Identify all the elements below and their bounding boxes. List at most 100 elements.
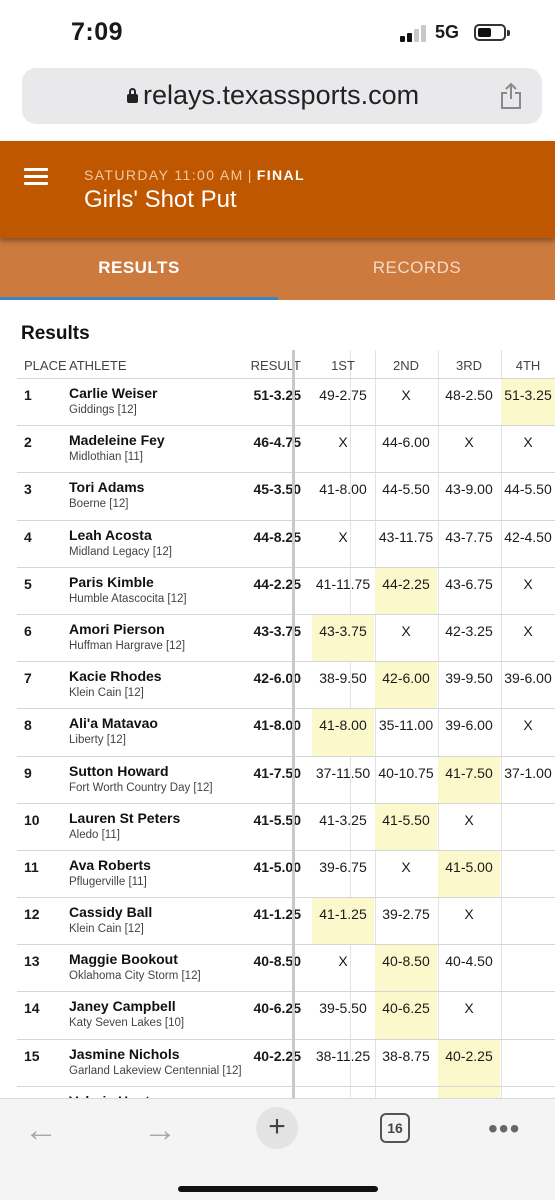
attempt-cell: 37-1.00 xyxy=(504,764,552,781)
attempt-cell: 35-11.00 xyxy=(378,717,434,734)
back-arrow-icon[interactable]: ← xyxy=(24,1111,58,1150)
table-row[interactable]: 6 Amori Pierson Huffman Hargrave [12] 43-3.… xyxy=(17,613,555,662)
col-attempt-2: 2ND xyxy=(392,358,419,373)
event-title: Girls' Shot Put xyxy=(84,186,237,213)
results-table: PLACE ATHLETE RESULT 1ST 2ND 3RD 4TH 1 Ca… xyxy=(17,350,555,1133)
attempt-cell: X xyxy=(523,717,533,734)
share-icon[interactable] xyxy=(499,82,523,110)
attempt-cell xyxy=(501,945,555,991)
attempt-cell: X xyxy=(464,906,474,923)
table-row[interactable]: 10 Lauren St Peters Aledo [11] 41-5.50 41-3.… xyxy=(17,802,555,850)
attempt-cell: 39-9.50 xyxy=(445,670,493,687)
network-type: 5G xyxy=(435,22,460,42)
attempt-cell: 41-5.00 xyxy=(438,850,500,898)
attempt-cell: 44-5.50 xyxy=(504,481,552,498)
new-tab-button[interactable]: + xyxy=(256,1107,298,1149)
attempt-cell: 41-5.50 xyxy=(375,803,437,850)
lock-icon xyxy=(127,88,138,103)
attempt-cell: X xyxy=(523,575,533,592)
attempt-cell: 41-8.00 xyxy=(319,481,367,498)
tab-records[interactable]: RECORDS xyxy=(278,238,555,300)
attempt-cell xyxy=(501,851,555,897)
result-divider xyxy=(292,350,295,1100)
attempt-cell: 44-2.25 xyxy=(375,567,437,614)
active-tab-indicator xyxy=(0,297,278,300)
attempt-cell: 40-4.50 xyxy=(445,953,493,970)
table-row[interactable]: 5 Paris Kimble Humble Atascocita [12] 44-2.… xyxy=(17,566,555,614)
attempt-cell: 48-2.50 xyxy=(445,387,493,403)
col-attempt-3: 3RD xyxy=(455,358,482,373)
tab-results[interactable]: RESULTS xyxy=(0,238,278,300)
attempt-cell: 38-11.25 xyxy=(315,1047,371,1064)
battery-icon xyxy=(474,24,506,41)
attempt-cell: 44-6.00 xyxy=(382,434,430,451)
col-attempt-1: 1ST xyxy=(331,358,355,373)
attempt-cell: 39-6.75 xyxy=(319,858,367,875)
home-indicator xyxy=(178,1186,378,1192)
attempt-cell: X xyxy=(338,528,348,545)
col-attempt-4: 4TH xyxy=(515,358,541,373)
attempt-cell: X xyxy=(464,1000,474,1017)
table-row[interactable]: 8 Ali'a Matavao Liberty [12] 41-8.00 41-8.00… xyxy=(17,708,555,756)
attempt-cell: X xyxy=(338,434,348,451)
results-heading: Results xyxy=(21,323,90,344)
attempt-cell: 41-8.00 xyxy=(312,709,374,756)
menu-icon[interactable] xyxy=(24,168,48,186)
clock: 7:09 xyxy=(71,18,124,46)
attempt-cell: 49-2.75 xyxy=(319,387,367,403)
table-row[interactable]: 13 Maggie Bookout Oklahoma City Storm [12]… xyxy=(17,944,555,992)
tab-count-button[interactable]: 16 xyxy=(380,1113,410,1143)
attempt-cell: 40-8.50 xyxy=(375,945,437,992)
table-row[interactable]: 12 Cassidy Ball Klein Cain [12] 41-1.25 41-1… xyxy=(17,897,555,945)
event-header: SATURDAY 11:00 AM | FINAL Girls' Shot Put xyxy=(0,141,555,238)
attempt-cell: 39-5.50 xyxy=(319,1000,367,1017)
attempt-cell xyxy=(501,992,555,1038)
table-row[interactable]: 7 Kacie Rhodes Klein Cain [12] 42-6.00 38-9.… xyxy=(17,661,555,709)
attempt-cell: 39-6.00 xyxy=(445,717,493,734)
attempt-cell: 43-7.75 xyxy=(445,528,493,545)
status-bar: 7:09 5G xyxy=(0,0,555,62)
attempt-cell: 44-5.50 xyxy=(382,481,430,498)
attempt-cell xyxy=(501,804,555,850)
attempt-cell: 38-9.50 xyxy=(319,670,367,687)
attempt-cell: 41-11.75 xyxy=(315,575,371,592)
attempt-cell: X xyxy=(401,387,411,403)
url-text[interactable]: relays.texassports.com xyxy=(143,80,419,111)
table-row[interactable]: 4 Leah Acosta Midland Legacy [12] 44-8.25 X 4… xyxy=(17,519,555,567)
attempt-cell: X xyxy=(401,622,411,639)
forward-arrow-icon[interactable]: → xyxy=(143,1111,177,1150)
attempt-cell: 41-7.50 xyxy=(438,756,500,803)
table-row[interactable]: 15 Jasmine Nichols Garland Lakeview Centen… xyxy=(17,1038,555,1086)
attempt-cell: 43-6.75 xyxy=(445,575,493,592)
attempt-cell xyxy=(501,898,555,944)
table-header: PLACE ATHLETE RESULT 1ST 2ND 3RD 4TH xyxy=(17,350,555,378)
attempt-cell xyxy=(501,1040,555,1086)
attempt-cell: 40-2.25 xyxy=(438,1039,500,1086)
signal-icon xyxy=(400,24,430,42)
attempt-cell: 42-4.50 xyxy=(504,528,552,545)
event-meta: SATURDAY 11:00 AM | FINAL xyxy=(84,167,305,183)
table-row[interactable]: 2 Madeleine Fey Midlothian [11] 46-4.75 X 44-… xyxy=(17,425,555,472)
tab-bar: RESULTS RECORDS xyxy=(0,238,555,300)
meta-separator: | xyxy=(247,167,253,183)
attempt-cell: 41-3.25 xyxy=(319,811,367,828)
event-status: FINAL xyxy=(256,167,305,183)
table-row[interactable]: 3 Tori Adams Boerne [12] 45-3.50 41-8.00 44-5… xyxy=(17,472,555,519)
table-row[interactable]: 14 Janey Campbell Katy Seven Lakes [10] 40-… xyxy=(17,991,555,1039)
more-icon[interactable]: ••• xyxy=(488,1113,520,1145)
col-athlete: ATHLETE xyxy=(69,358,127,373)
table-row[interactable]: 9 Sutton Howard Fort Worth Country Day [12… xyxy=(17,755,555,803)
attempt-cell: 43-3.75 xyxy=(312,614,374,662)
attempt-cell: 51-3.25 xyxy=(501,379,555,426)
col-place: PLACE xyxy=(24,358,67,373)
attempt-cell: X xyxy=(523,622,533,639)
table-row[interactable]: 1 Carlie Weiser Giddings [12] 51-3.25 49-2.7… xyxy=(17,378,555,426)
battery-tip xyxy=(507,30,510,36)
attempt-cell: X xyxy=(523,434,533,451)
attempt-cell: 40-6.25 xyxy=(375,992,437,1039)
attempt-cell: 42-6.00 xyxy=(375,662,437,709)
attempt-cell: 41-1.25 xyxy=(312,898,374,945)
attempt-cell: X xyxy=(401,858,411,875)
table-row[interactable]: 11 Ava Roberts Pflugerville [11] 41-5.00 39-… xyxy=(17,849,555,898)
attempt-cell: X xyxy=(464,811,474,828)
